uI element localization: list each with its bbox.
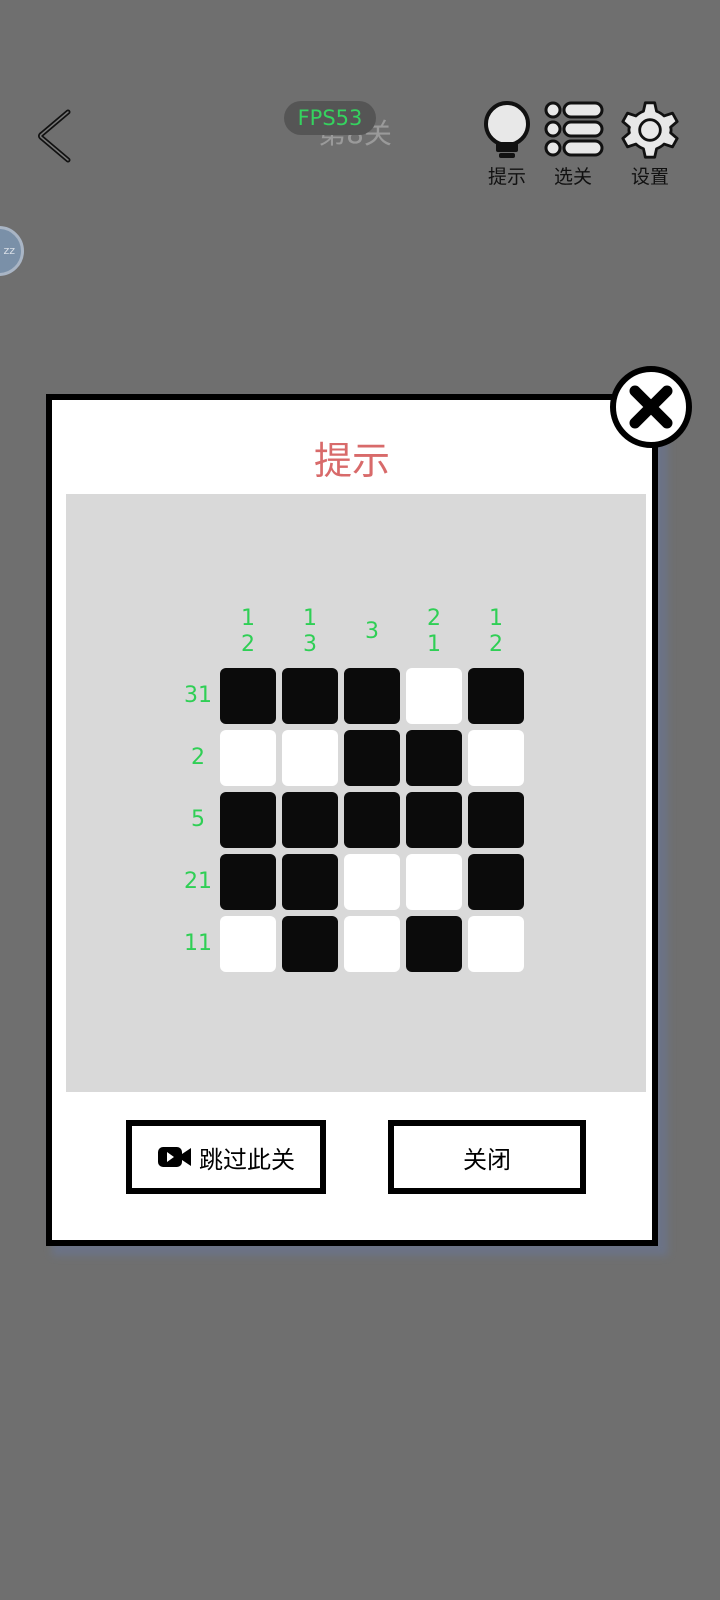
column-clue-number: 2 <box>241 632 255 657</box>
close-button-label: 关闭 <box>463 1145 511 1174</box>
hint-dialog: 提示 1 2 1 3 3 2 1 1 2 31 2 5 21 11 跳过此关 关闭 <box>46 394 658 1246</box>
column-clue: 13 <box>282 604 338 660</box>
grid-cell-filled <box>468 668 524 724</box>
column-clue-number: 1 <box>303 606 317 631</box>
video-camera-icon <box>158 1147 191 1167</box>
grid-cell-filled <box>220 792 276 848</box>
grid-cell-empty <box>468 916 524 972</box>
lightbulb-icon <box>484 101 530 158</box>
grid-cell-filled <box>468 792 524 848</box>
dialog-title: 提示 <box>313 439 390 483</box>
grid-cell-empty <box>282 730 338 786</box>
column-clue-number: 2 <box>427 606 441 631</box>
grid-cell-filled <box>282 668 338 724</box>
grid-cell-empty <box>406 668 462 724</box>
grid-cell-filled <box>344 792 400 848</box>
column-clue: 21 <box>406 604 462 660</box>
grid-cell-empty <box>344 916 400 972</box>
column-clue-number: 1 <box>489 606 503 631</box>
skip-level-button[interactable]: 跳过此关 <box>126 1120 326 1194</box>
column-clue-number: 1 <box>241 606 255 631</box>
close-icon <box>610 366 692 448</box>
close-button[interactable]: 关闭 <box>388 1120 586 1194</box>
fps-badge: FPS53 <box>284 101 376 135</box>
select-level-label: 选关 <box>553 166 592 188</box>
select-level-button[interactable]: 选关 <box>535 100 611 189</box>
grid-cell-filled <box>220 854 276 910</box>
back-button[interactable] <box>28 100 88 170</box>
grid-cell-filled <box>282 792 338 848</box>
settings-label: 设置 <box>630 166 669 188</box>
grid-cell-filled <box>282 854 338 910</box>
grid-cell-filled <box>406 916 462 972</box>
list-icon <box>544 101 604 157</box>
grid-cell-empty <box>344 854 400 910</box>
chevron-left-icon <box>38 109 71 163</box>
column-clue-number: 2 <box>489 632 503 657</box>
grid-cell-filled <box>468 854 524 910</box>
grid-cell-empty <box>220 916 276 972</box>
grid-cell-filled <box>406 792 462 848</box>
grid-cell-empty <box>406 854 462 910</box>
solution-board: 1 2 1 3 3 2 1 1 2 31 2 5 21 11 <box>66 494 646 1092</box>
hint-button[interactable]: 提示 <box>469 100 545 189</box>
floating-assistant-bubble[interactable]: zz <box>0 226 24 276</box>
grid-cell-empty <box>468 730 524 786</box>
column-clue-number: 3 <box>303 632 317 657</box>
column-clue: 3 <box>344 604 400 660</box>
grid-cell-filled <box>344 668 400 724</box>
column-clue-number: 3 <box>365 619 379 644</box>
skip-level-label: 跳过此关 <box>199 1145 295 1174</box>
grid-cell-filled <box>282 916 338 972</box>
column-clue: 12 <box>220 604 276 660</box>
grid-cell-filled <box>406 730 462 786</box>
grid-cell-filled <box>220 668 276 724</box>
settings-button[interactable]: 设置 <box>612 100 688 189</box>
grid-cell-filled <box>344 730 400 786</box>
gear-icon <box>621 101 679 159</box>
dialog-close-button[interactable] <box>608 364 694 450</box>
column-clue: 12 <box>468 604 524 660</box>
hint-label: 提示 <box>487 166 526 188</box>
column-clue-number: 1 <box>427 632 441 657</box>
grid-cell-empty <box>220 730 276 786</box>
